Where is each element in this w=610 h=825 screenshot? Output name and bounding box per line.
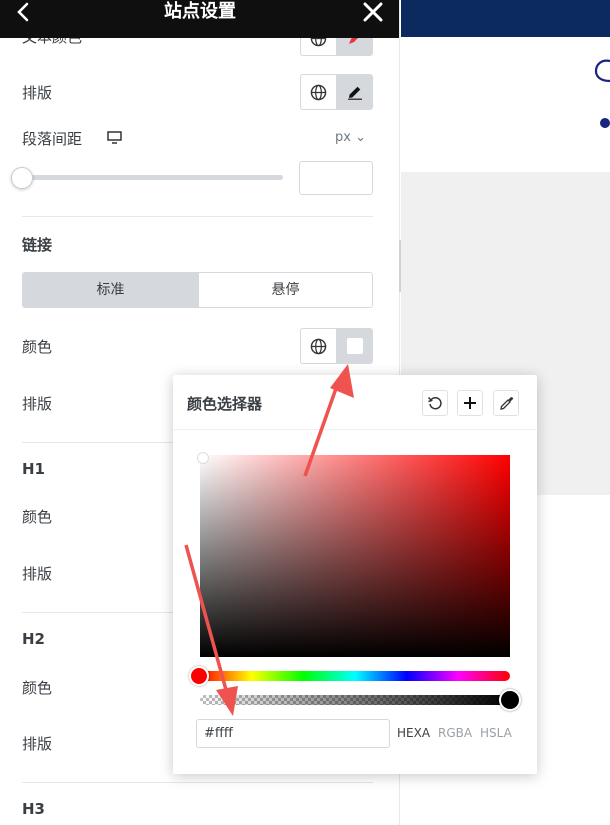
spacing-input[interactable] — [299, 161, 373, 195]
typography-label: 排版 — [22, 84, 53, 102]
link-color-controls — [300, 328, 373, 364]
format-rgba[interactable]: RGBA — [438, 726, 472, 740]
plus-icon — [464, 397, 476, 409]
hex-input[interactable]: #ffff — [196, 719, 390, 748]
h1-typography-label: 排版 — [22, 565, 53, 583]
preview-ornament-icon — [594, 59, 610, 128]
hue-slider-handle[interactable] — [189, 666, 209, 686]
desktop-icon[interactable] — [107, 131, 122, 144]
globe-icon — [310, 84, 327, 100]
typography-controls — [300, 74, 373, 110]
pencil-icon — [348, 86, 362, 100]
resize-handle[interactable] — [399, 240, 401, 292]
spacing-slider-track[interactable] — [22, 175, 283, 180]
state-tabs: 标准 悬停 — [22, 272, 373, 308]
paragraph-spacing-label: 段落间距 — [22, 130, 83, 148]
color-swatch — [347, 338, 363, 354]
link-typography-label: 排版 — [22, 395, 53, 413]
h2-section-title: H2 — [22, 630, 45, 648]
edit-typography-button[interactable] — [337, 75, 372, 109]
h1-section-title: H1 — [22, 460, 45, 478]
unit-select[interactable]: px ⌄ — [335, 130, 366, 145]
hue-slider[interactable] — [200, 671, 510, 681]
h1-color-label: 颜色 — [22, 508, 53, 526]
divider — [22, 216, 373, 217]
h2-color-label: 颜色 — [22, 679, 53, 697]
alpha-slider[interactable] — [200, 695, 510, 705]
saturation-area[interactable] — [200, 455, 510, 657]
color-picker-popup: 颜色选择器 #ffff HEXA RGBA HSLA — [173, 375, 537, 774]
close-icon[interactable] — [362, 1, 384, 23]
tab-normal[interactable]: 标准 — [23, 273, 198, 307]
alpha-slider-handle[interactable] — [499, 689, 521, 711]
link-color-label: 颜色 — [22, 338, 53, 356]
spacing-slider-handle[interactable] — [11, 167, 33, 189]
panel-title-overlay: 站点设置 — [164, 1, 236, 22]
divider — [22, 782, 373, 783]
header-overlay: 站点设置 — [0, 0, 399, 38]
eyedropper-icon — [499, 396, 513, 410]
global-button[interactable] — [301, 329, 337, 363]
eyedropper-button[interactable] — [493, 390, 519, 416]
add-color-button[interactable] — [457, 390, 483, 416]
picker-header-divider — [173, 429, 537, 430]
format-hexa[interactable]: HEXA — [397, 726, 430, 740]
h2-typography-label: 排版 — [22, 735, 53, 753]
link-section-title: 链接 — [22, 236, 53, 254]
h3-section-title: H3 — [22, 800, 45, 818]
global-button[interactable] — [301, 75, 337, 109]
saturation-handle[interactable] — [197, 452, 209, 464]
globe-icon — [310, 338, 327, 354]
preview-header — [401, 0, 610, 37]
color-picker-title: 颜色选择器 — [187, 395, 263, 413]
link-color-swatch-button[interactable] — [337, 329, 372, 363]
reset-button[interactable] — [422, 390, 448, 416]
format-hsla[interactable]: HSLA — [480, 726, 512, 740]
reset-icon — [427, 396, 442, 410]
tab-hover[interactable]: 悬停 — [198, 273, 372, 307]
